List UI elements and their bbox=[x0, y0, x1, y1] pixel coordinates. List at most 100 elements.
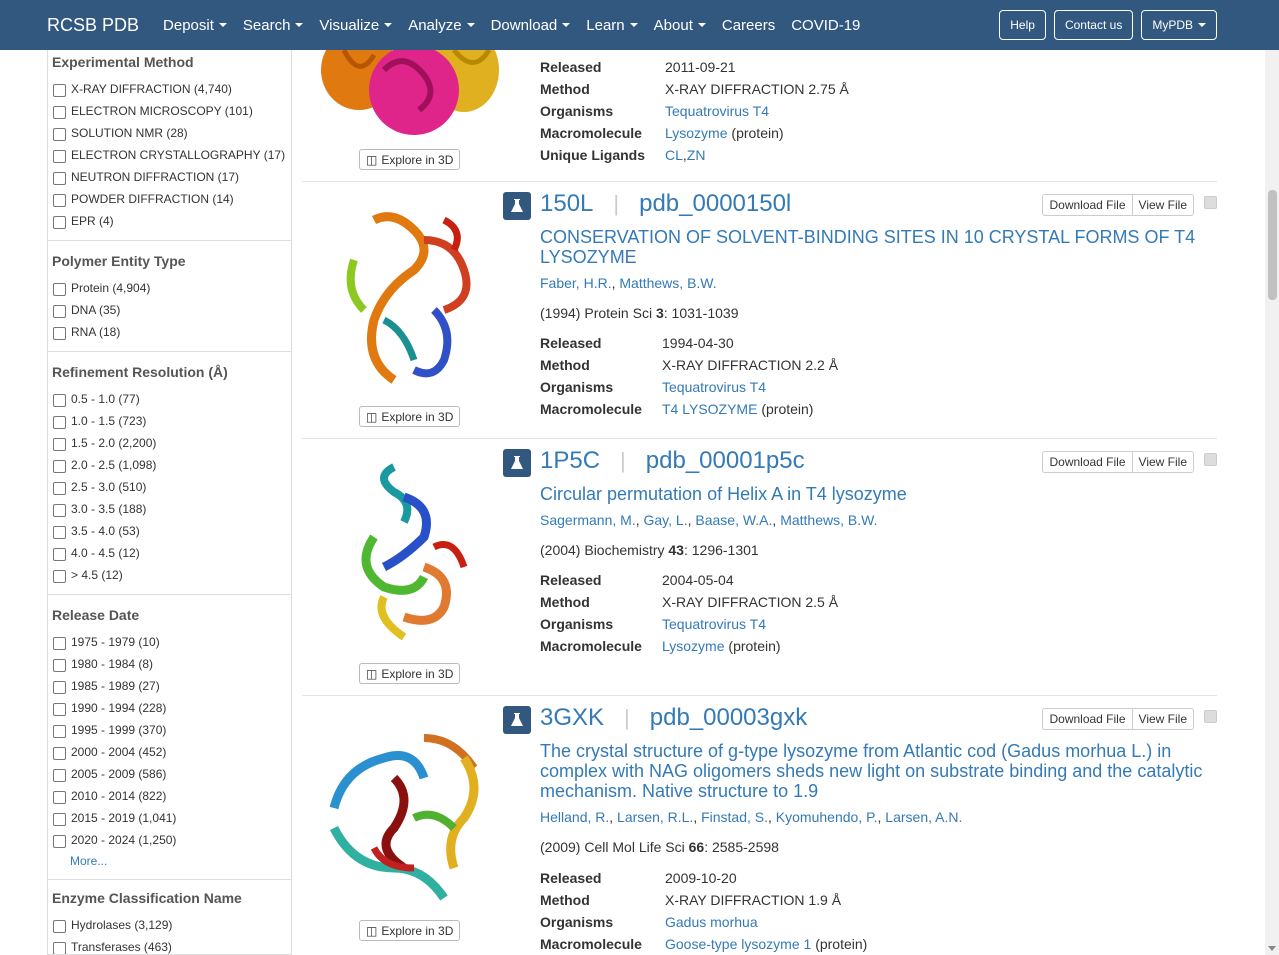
ligand-link[interactable]: CL bbox=[665, 147, 683, 163]
contact-button[interactable]: Contact us bbox=[1053, 10, 1134, 40]
facet-option[interactable]: 2.0 - 2.5 (1,098) bbox=[52, 454, 291, 476]
nav-visualize[interactable]: Visualize bbox=[319, 17, 393, 34]
author-link[interactable]: Finstad, S. bbox=[701, 809, 768, 825]
facet-checkbox[interactable] bbox=[53, 526, 66, 539]
facet-checkbox[interactable] bbox=[53, 548, 66, 561]
organism-link[interactable]: Tequatrovirus T4 bbox=[662, 616, 766, 632]
extended-id-link[interactable]: pdb_00003gxk bbox=[650, 704, 807, 732]
brand-logo[interactable]: RCSB PDB bbox=[47, 15, 139, 36]
select-checkbox[interactable] bbox=[1204, 453, 1217, 466]
facet-checkbox[interactable] bbox=[53, 283, 66, 296]
author-link[interactable]: Gay, L. bbox=[644, 512, 688, 528]
organism-link[interactable]: Tequatrovirus T4 bbox=[665, 103, 769, 119]
facet-more-link[interactable]: More... bbox=[52, 851, 291, 871]
download-file-button[interactable]: Download File bbox=[1042, 194, 1132, 216]
structure-thumbnail[interactable] bbox=[314, 200, 504, 390]
author-link[interactable]: Faber, H.R. bbox=[540, 275, 612, 291]
facet-checkbox[interactable] bbox=[53, 84, 66, 97]
facet-option[interactable]: 1990 - 1994 (228) bbox=[52, 697, 291, 719]
facet-option[interactable]: 1985 - 1989 (27) bbox=[52, 675, 291, 697]
nav-about[interactable]: About bbox=[654, 17, 706, 34]
download-file-button[interactable]: Download File bbox=[1042, 708, 1132, 730]
facet-option[interactable]: 1.5 - 2.0 (2,200) bbox=[52, 432, 291, 454]
facet-option[interactable]: 3.5 - 4.0 (53) bbox=[52, 520, 291, 542]
author-link[interactable]: Helland, R. bbox=[540, 809, 609, 825]
facet-checkbox[interactable] bbox=[53, 460, 66, 473]
entry-title-link[interactable]: CONSERVATION OF SOLVENT-BINDING SITES IN… bbox=[540, 227, 1210, 267]
structure-thumbnail[interactable] bbox=[314, 718, 504, 908]
facet-option[interactable]: 2000 - 2004 (452) bbox=[52, 741, 291, 763]
nav-covid[interactable]: COVID-19 bbox=[791, 17, 860, 34]
facet-checkbox[interactable] bbox=[53, 813, 66, 826]
facet-checkbox[interactable] bbox=[53, 703, 66, 716]
facet-checkbox[interactable] bbox=[53, 769, 66, 782]
facet-option[interactable]: DNA (35) bbox=[52, 299, 291, 321]
facet-option[interactable]: 1.0 - 1.5 (723) bbox=[52, 410, 291, 432]
author-link[interactable]: Matthews, B.W. bbox=[780, 512, 877, 528]
facet-option[interactable]: SOLUTION NMR (28) bbox=[52, 122, 291, 144]
facet-option[interactable]: NEUTRON DIFFRACTION (17) bbox=[52, 166, 291, 188]
facet-checkbox[interactable] bbox=[53, 416, 66, 429]
entry-id-link[interactable]: 1P5C bbox=[540, 447, 600, 475]
facet-checkbox[interactable] bbox=[53, 747, 66, 760]
facet-checkbox[interactable] bbox=[53, 305, 66, 318]
structure-thumbnail[interactable] bbox=[314, 457, 504, 647]
facet-checkbox[interactable] bbox=[53, 106, 66, 119]
macromolecule-link[interactable]: T4 LYSOZYME bbox=[662, 401, 757, 417]
facet-checkbox[interactable] bbox=[53, 504, 66, 517]
facet-option[interactable]: Hydrolases (3,129) bbox=[52, 914, 291, 936]
facet-checkbox[interactable] bbox=[53, 725, 66, 738]
author-link[interactable]: Larsen, R.L. bbox=[617, 809, 693, 825]
facet-option[interactable]: Protein (4,904) bbox=[52, 277, 291, 299]
macromolecule-link[interactable]: Lysozyme bbox=[662, 638, 725, 654]
facet-option[interactable]: 2.5 - 3.0 (510) bbox=[52, 476, 291, 498]
facet-checkbox[interactable] bbox=[53, 570, 66, 583]
organism-link[interactable]: Tequatrovirus T4 bbox=[662, 379, 766, 395]
select-checkbox[interactable] bbox=[1204, 196, 1217, 209]
help-button[interactable]: Help bbox=[999, 10, 1046, 40]
facet-option[interactable]: 1995 - 1999 (370) bbox=[52, 719, 291, 741]
facet-option[interactable]: > 4.5 (12) bbox=[52, 564, 291, 586]
facet-option[interactable]: 1975 - 1979 (10) bbox=[52, 631, 291, 653]
facet-option[interactable]: EPR (4) bbox=[52, 210, 291, 232]
entry-title-link[interactable]: Circular permutation of Helix A in T4 ly… bbox=[540, 484, 1210, 504]
facet-checkbox[interactable] bbox=[53, 394, 66, 407]
scrollbar-thumb[interactable] bbox=[1268, 190, 1277, 300]
facet-option[interactable]: Transferases (463) bbox=[52, 936, 291, 954]
facet-option[interactable]: 2015 - 2019 (1,041) bbox=[52, 807, 291, 829]
facet-checkbox[interactable] bbox=[53, 920, 66, 933]
facet-checkbox[interactable] bbox=[53, 942, 66, 954]
nav-learn[interactable]: Learn bbox=[586, 17, 638, 34]
facet-checkbox[interactable] bbox=[53, 438, 66, 451]
facet-option[interactable]: 4.0 - 4.5 (12) bbox=[52, 542, 291, 564]
facet-option[interactable]: X-RAY DIFFRACTION (4,740) bbox=[52, 78, 291, 100]
nav-search[interactable]: Search bbox=[243, 17, 304, 34]
facet-checkbox[interactable] bbox=[53, 327, 66, 340]
scroll-down-arrow-icon[interactable] bbox=[1268, 946, 1276, 951]
facet-checkbox[interactable] bbox=[53, 835, 66, 848]
view-file-button[interactable]: View File bbox=[1131, 194, 1194, 216]
nav-deposit[interactable]: Deposit bbox=[163, 17, 227, 34]
macromolecule-link[interactable]: Lysozyme bbox=[665, 125, 728, 141]
facet-option[interactable]: 3.0 - 3.5 (188) bbox=[52, 498, 291, 520]
page-scrollbar[interactable] bbox=[1265, 8, 1279, 955]
entry-id-link[interactable]: 150L bbox=[540, 190, 593, 218]
entry-id-link[interactable]: 3GXK bbox=[540, 704, 604, 732]
facet-option[interactable]: 2005 - 2009 (586) bbox=[52, 763, 291, 785]
nav-analyze[interactable]: Analyze bbox=[408, 17, 475, 34]
facet-option[interactable]: POWDER DIFFRACTION (14) bbox=[52, 188, 291, 210]
facet-option[interactable]: RNA (18) bbox=[52, 321, 291, 343]
facet-checkbox[interactable] bbox=[53, 194, 66, 207]
author-link[interactable]: Larsen, A.N. bbox=[885, 809, 962, 825]
mypdb-button[interactable]: MyPDB bbox=[1141, 10, 1217, 40]
explore-3d-button[interactable]: ◫ Explore in 3D bbox=[359, 406, 461, 427]
author-link[interactable]: Matthews, B.W. bbox=[619, 275, 716, 291]
explore-3d-button[interactable]: ◫ Explore in 3D bbox=[359, 149, 461, 170]
entry-title-link[interactable]: The crystal structure of g-type lysozyme… bbox=[540, 741, 1210, 801]
macromolecule-link[interactable]: Goose-type lysozyme 1 bbox=[665, 936, 811, 952]
facet-option[interactable]: 0.5 - 1.0 (77) bbox=[52, 388, 291, 410]
facet-checkbox[interactable] bbox=[53, 791, 66, 804]
author-link[interactable]: Baase, W.A. bbox=[695, 512, 772, 528]
facet-checkbox[interactable] bbox=[53, 128, 66, 141]
ligand-link[interactable]: ZN bbox=[687, 147, 706, 163]
